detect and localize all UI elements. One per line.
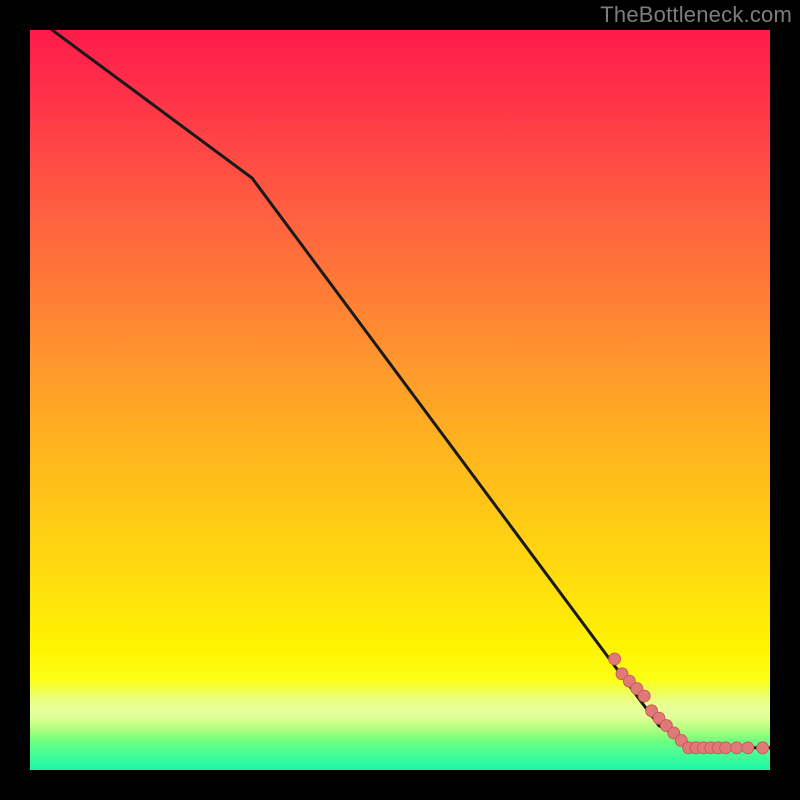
stage: TheBottleneck.com [0, 0, 800, 800]
chart-marker [638, 690, 650, 702]
chart-plot-area [30, 30, 770, 770]
chart-marker [731, 742, 743, 754]
watermark-text: TheBottleneck.com [600, 2, 792, 28]
chart-line [52, 30, 770, 748]
chart-svg-layer [30, 30, 770, 770]
chart-marker [609, 653, 621, 665]
chart-marker [742, 742, 754, 754]
chart-marker [720, 742, 732, 754]
chart-marker [757, 742, 769, 754]
